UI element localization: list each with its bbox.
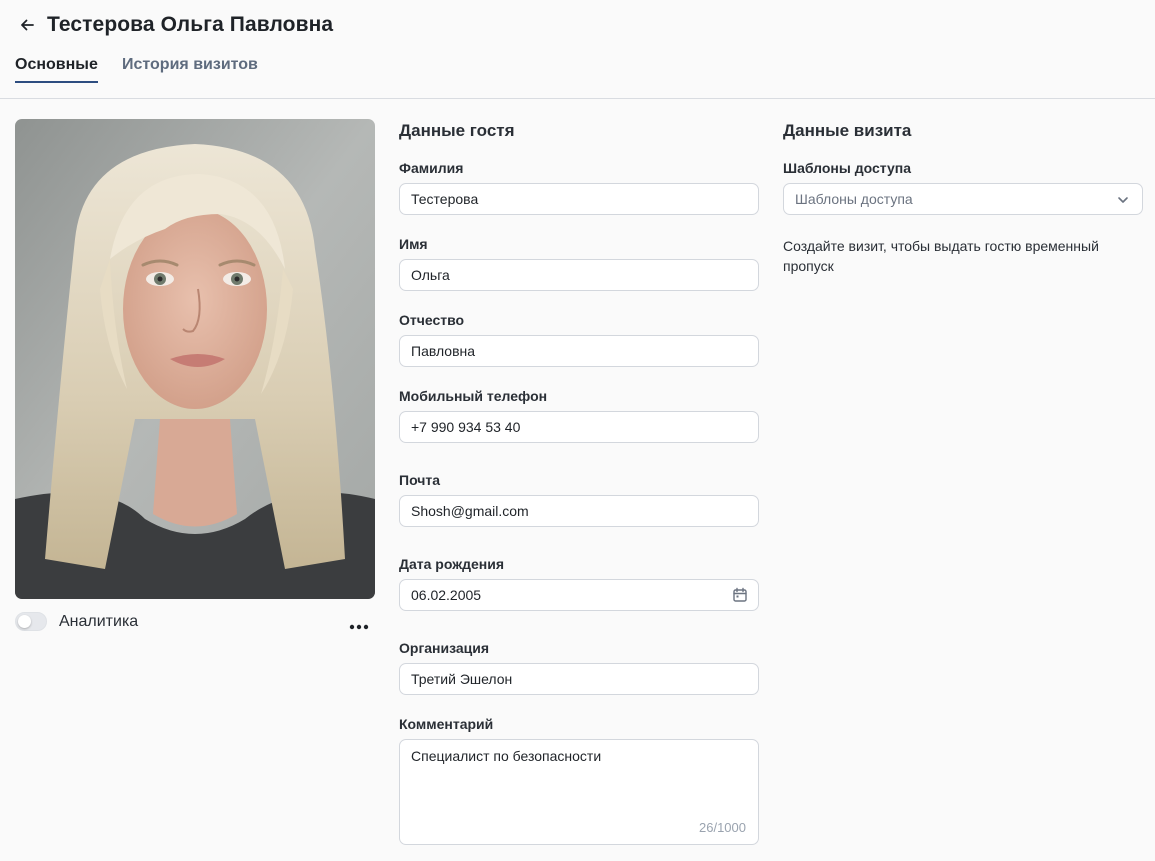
more-horizontal-icon [349, 624, 369, 630]
patronymic-label: Отчество [399, 312, 465, 328]
comment-value: Специалист по безопасности [411, 748, 602, 764]
tab-main[interactable]: Основные [15, 56, 98, 83]
analytics-toggle[interactable] [15, 612, 47, 631]
birth-date-value: 06.02.2005 [411, 587, 482, 603]
page-title: Тестерова Ольга Павловна [47, 13, 334, 36]
page-header: Тестерова Ольга Павловна Основные Истори… [0, 0, 1155, 99]
calendar-icon[interactable] [732, 587, 748, 603]
access-templates-select[interactable]: Шаблоны доступа [783, 183, 1143, 215]
email-field[interactable]: Shosh@gmail.com [399, 495, 759, 527]
arrow-left-icon [21, 19, 34, 31]
comment-textarea[interactable]: Специалист по безопасности 26/1000 [399, 739, 759, 845]
organization-label: Организация [399, 640, 490, 656]
phone-label: Мобильный телефон [399, 388, 548, 404]
comment-counter: 26/1000 [699, 820, 746, 835]
tab-visit-history[interactable]: История визитов [122, 56, 258, 83]
visit-hint: Создайте визит, чтобы выдать гостю време… [783, 238, 1099, 274]
visit-section-title: Данные визита [783, 121, 912, 140]
back-button[interactable] [16, 14, 38, 36]
email-label: Почта [399, 472, 441, 488]
birth-date-field[interactable]: 06.02.2005 [399, 579, 759, 611]
birth-date-label: Дата рождения [399, 556, 505, 572]
organization-field[interactable]: Третий Эшелон [399, 663, 759, 695]
first-name-label: Имя [399, 236, 428, 252]
comment-label: Комментарий [399, 716, 494, 732]
chevron-down-icon [1118, 197, 1128, 203]
phone-field[interactable]: +7 990 934 53 40 [399, 411, 759, 443]
access-templates-label: Шаблоны доступа [783, 160, 911, 176]
last-name-label: Фамилия [399, 160, 464, 176]
last-name-field[interactable]: Тестерова [399, 183, 759, 215]
guest-photo [15, 119, 375, 599]
analytics-label: Аналитика [59, 613, 139, 630]
first-name-field[interactable]: Ольга [399, 259, 759, 291]
access-templates-placeholder: Шаблоны доступа [795, 191, 913, 207]
toggle-knob [18, 615, 31, 628]
guest-section-title: Данные гостя [399, 121, 515, 140]
patronymic-field[interactable]: Павловна [399, 335, 759, 367]
more-options-button[interactable] [346, 617, 372, 637]
